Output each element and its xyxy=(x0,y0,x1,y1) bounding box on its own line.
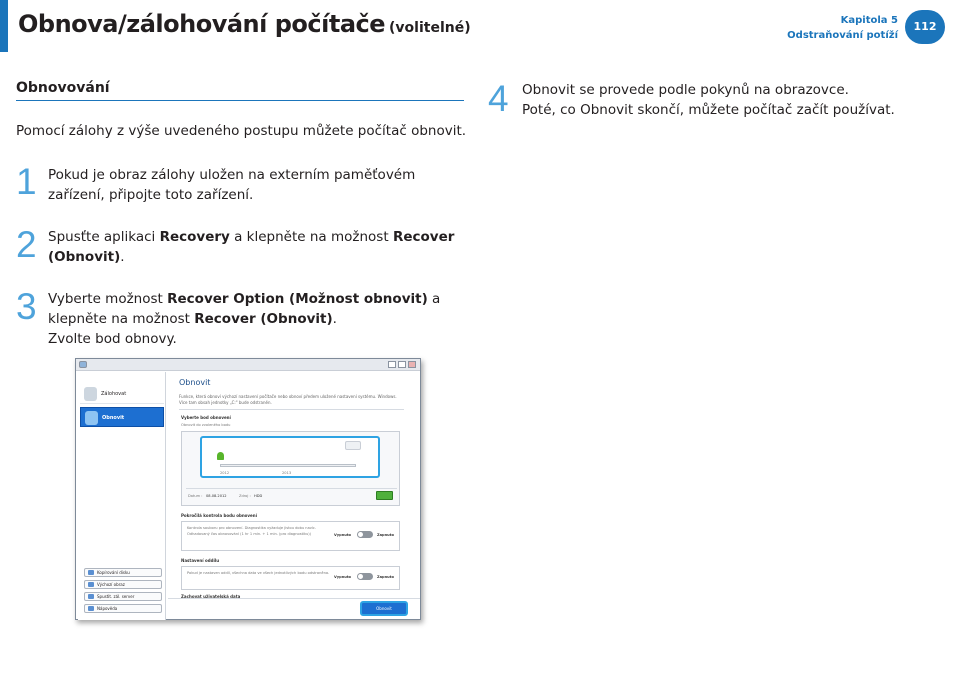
section-divider xyxy=(16,100,464,101)
restore-point-heading: Vyberte bod obnovení xyxy=(181,415,231,420)
sidebar-link-default-image[interactable]: Výchozí obraz xyxy=(84,580,162,589)
recover-button[interactable]: Obnovit xyxy=(360,601,408,616)
partition-toggle[interactable] xyxy=(357,573,373,580)
step-3-mid: a xyxy=(427,291,441,307)
step-4-line-2: Poté, co Obnovit skončí, můžete počítač … xyxy=(522,102,895,118)
step-3-option: Recover Option (Možnost obnovit) xyxy=(167,291,428,307)
partition-on-label: Zapnuto xyxy=(377,575,394,579)
app-icon xyxy=(79,361,87,368)
panel-title: Obnovit xyxy=(179,378,211,387)
header-accent-bar xyxy=(0,0,8,52)
recovery-app-screenshot: Zálohovat Obnovit Kopírování disku Výcho… xyxy=(75,358,421,620)
panel-description: Funkce, která obnoví výchozí nastavení p… xyxy=(179,394,397,405)
app-main-panel: Obnovit Funkce, která obnoví výchozí nas… xyxy=(168,372,420,620)
server-label: Spustit. zál. server xyxy=(97,594,135,599)
restore-point-subtext: Obnovit do zvoleného bodu xyxy=(181,423,231,427)
chapter-label: Kapitola 5 xyxy=(840,15,898,26)
step-2-option: Recover xyxy=(392,229,455,245)
panel-divider xyxy=(179,409,404,410)
default-image-label: Výchozí obraz xyxy=(97,582,125,587)
server-icon xyxy=(88,594,94,599)
minimize-icon[interactable] xyxy=(388,361,396,368)
section-title: Obnovování xyxy=(16,80,110,96)
advanced-check-desc: Kontrola souboru pro obnovení. Diagnosti… xyxy=(187,526,317,536)
sidebar-backup-button[interactable]: Zálohovat xyxy=(80,384,164,404)
advanced-check-toggle[interactable] xyxy=(357,531,373,538)
page-title-subtitle: (volitelné) xyxy=(389,20,471,36)
timeline-year-2013: 2013 xyxy=(282,471,292,475)
advanced-check-on-label: Zapnuto xyxy=(377,533,394,537)
step-3-line-2: klepněte na možnost Recover (Obnovit). xyxy=(48,309,468,329)
step-number-1: 1 xyxy=(16,161,37,202)
source-value: HDD xyxy=(254,494,263,498)
step-2-text: Spusťte aplikaci Recovery a klepněte na … xyxy=(48,227,468,267)
restore-point-marker-icon[interactable] xyxy=(217,452,224,460)
step-1-line-1: Pokud je obraz zálohy uložen na externím… xyxy=(48,167,416,183)
step-2-mid: a klepněte na možnost xyxy=(229,229,393,245)
app-sidebar: Zálohovat Obnovit Kopírování disku Výcho… xyxy=(78,372,166,620)
step-number-4: 4 xyxy=(488,78,509,119)
sidebar-backup-label: Zálohovat xyxy=(101,391,127,397)
step-2-pre: Spusťte aplikaci xyxy=(48,229,160,245)
footer-divider xyxy=(168,598,420,599)
partition-off-label: Vypnuto xyxy=(334,575,352,579)
partition-box: Pokud je nastaven oddíl, všechna data ve… xyxy=(181,566,400,590)
disk-copy-label: Kopírování disku xyxy=(97,570,130,575)
step-1-text: Pokud je obraz zálohy uložen na externím… xyxy=(48,165,468,205)
step-3-line-3: Zvolte bod obnovy. xyxy=(48,331,177,347)
step-2-line-2: (Obnovit). xyxy=(48,247,468,267)
drive-icon[interactable] xyxy=(376,491,393,500)
step-3-text: Vyberte možnost Recover Option (Možnost … xyxy=(48,289,468,349)
step-4-text: Obnovit se provede podle pokynů na obraz… xyxy=(522,80,942,120)
backup-icon xyxy=(84,387,97,401)
sidebar-link-disk-copy[interactable]: Kopírování disku xyxy=(84,568,162,577)
advanced-check-box: Kontrola souboru pro obnovení. Diagnosti… xyxy=(181,521,400,551)
timeline-highlight: 2012 2013 xyxy=(200,436,380,478)
advanced-check-heading: Pokročilá kontrola bodu obnovení xyxy=(181,513,257,518)
step-3-line2-pre: klepněte na možnost xyxy=(48,311,195,327)
page-title: Obnova/zálohování počítače (volitelné) xyxy=(18,10,471,38)
page-title-text: Obnova/zálohování počítače xyxy=(18,10,386,38)
step-number-2: 2 xyxy=(16,224,37,265)
recover-icon xyxy=(85,411,98,425)
sidebar-link-help[interactable]: Nápověda xyxy=(84,604,162,613)
chapter-name: Odstraňování potíží xyxy=(787,30,898,41)
zoom-icon[interactable] xyxy=(345,441,361,450)
sidebar-recover-button[interactable]: Obnovit xyxy=(80,407,164,427)
intro-text: Pomocí zálohy z výše uvedeného postupu m… xyxy=(16,123,467,139)
step-4-line-1: Obnovit se provede podle pokynů na obraz… xyxy=(522,82,849,98)
step-2-post: . xyxy=(120,249,125,265)
timeline-slider[interactable] xyxy=(220,464,356,467)
step-3-post: . xyxy=(332,311,337,327)
step-number-3: 3 xyxy=(16,286,37,327)
maximize-icon[interactable] xyxy=(398,361,406,368)
date-value: 08.08.2012 xyxy=(206,494,227,498)
default-image-icon xyxy=(88,582,94,587)
chapter-info: Kapitola 5 Odstraňování potíží xyxy=(787,13,898,43)
help-icon xyxy=(88,606,94,611)
sidebar-link-server[interactable]: Spustit. zál. server xyxy=(84,592,162,601)
step-1-line-2: zařízení, připojte toto zařízení. xyxy=(48,187,254,203)
step-2-app-name: Recovery xyxy=(159,229,230,245)
sidebar-recover-label: Obnovit xyxy=(102,415,125,421)
window-titlebar xyxy=(76,359,420,371)
date-label: Datum : xyxy=(188,494,203,498)
step-3-recover: Recover (Obnovit) xyxy=(194,311,333,327)
page-number-badge: 112 xyxy=(905,10,945,44)
step-2-option-cz: (Obnovit) xyxy=(48,249,121,265)
disk-copy-icon xyxy=(88,570,94,575)
timeline-year-2012: 2012 xyxy=(220,471,230,475)
step-3-line-1: Vyberte možnost Recover Option (Možnost … xyxy=(48,289,468,309)
close-icon[interactable] xyxy=(408,361,416,368)
step-2-line-1: Spusťte aplikaci Recovery a klepněte na … xyxy=(48,227,468,247)
partition-heading: Nastavení oddílu xyxy=(181,558,220,563)
help-label: Nápověda xyxy=(97,606,118,611)
step-3-pre: Vyberte možnost xyxy=(48,291,168,307)
partition-desc: Pokud je nastaven oddíl, všechna data ve… xyxy=(187,571,330,575)
advanced-check-off-label: Vypnuto xyxy=(334,533,352,537)
source-label: Zdroj : xyxy=(239,494,251,498)
restore-point-divider xyxy=(186,488,397,489)
restore-point-box: 2012 2013 Datum : 08.08.2012 Zdroj : HDD xyxy=(181,431,400,506)
